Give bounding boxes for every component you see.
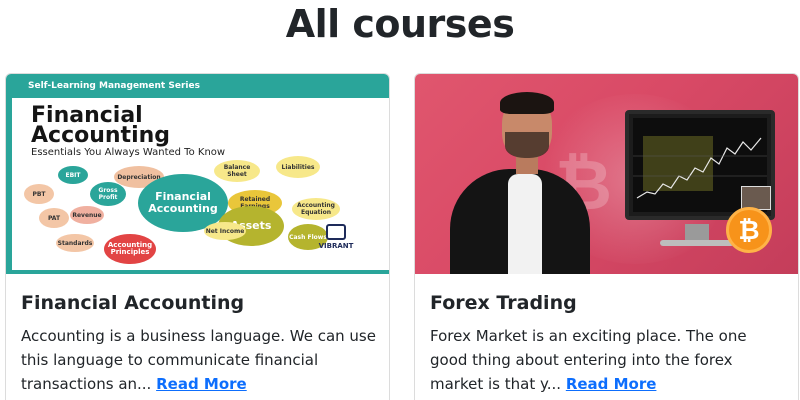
bitcoin-coin-icon: ₿ — [726, 207, 772, 253]
read-more-link[interactable]: Read More — [156, 375, 247, 393]
cover-subtitle: Essentials You Always Wanted To Know — [31, 147, 226, 158]
course-card-body: Forex Trading Forex Market is an excitin… — [415, 274, 798, 396]
bubble-pat: PAT — [39, 208, 69, 228]
book-cover: Self-Learning Management Series Financia… — [6, 74, 389, 274]
bubble-balance-sheet: Balance Sheet — [214, 160, 260, 182]
course-description: Accounting is a business language. We ca… — [21, 324, 376, 396]
page-title: All courses — [285, 2, 515, 46]
instructor-hair — [500, 92, 554, 114]
bubble-gross-profit: Gross Profit — [90, 182, 126, 206]
course-card-forex-trading[interactable]: ₿ ₿ Forex Trading Forex Market is an exc… — [414, 73, 799, 400]
bubble-pbt: PBT — [24, 184, 54, 204]
bubble-net-income: Net Income — [204, 222, 246, 240]
instructor-beard — [505, 132, 549, 158]
read-more-link[interactable]: Read More — [566, 375, 657, 393]
bubble-standards: Standards — [56, 234, 94, 252]
cover-title: Financial Accounting — [31, 105, 171, 148]
instructor-shirt — [508, 174, 542, 274]
course-thumbnail-forex-trading[interactable]: ₿ ₿ — [415, 74, 798, 274]
cover-side-strip — [6, 98, 12, 274]
bubble-liabilities: Liabilities — [276, 156, 320, 178]
publisher-name: VIBRANT — [318, 242, 354, 250]
bubble-ebit: EBIT — [58, 166, 88, 184]
publisher-logo-icon — [326, 224, 346, 240]
cover-series-label: Self-Learning Management Series — [28, 81, 200, 91]
course-title[interactable]: Forex Trading — [430, 291, 785, 315]
course-card-financial-accounting[interactable]: Self-Learning Management Series Financia… — [5, 73, 390, 400]
bubble-accounting-equation: Accounting Equation — [292, 198, 340, 220]
course-card-body: Financial Accounting Accounting is a bus… — [6, 274, 389, 396]
bubble-accounting-principles: Accounting Principles — [104, 234, 156, 264]
monitor-base — [660, 240, 734, 246]
forex-banner: ₿ ₿ — [415, 74, 798, 274]
bubble-revenue: Revenue — [70, 206, 104, 224]
course-description: Forex Market is an exciting place. The o… — [430, 324, 785, 396]
cover-title-line2: Accounting — [31, 123, 171, 148]
course-thumbnail-financial-accounting[interactable]: Self-Learning Management Series Financia… — [6, 74, 389, 274]
course-title[interactable]: Financial Accounting — [21, 291, 376, 315]
